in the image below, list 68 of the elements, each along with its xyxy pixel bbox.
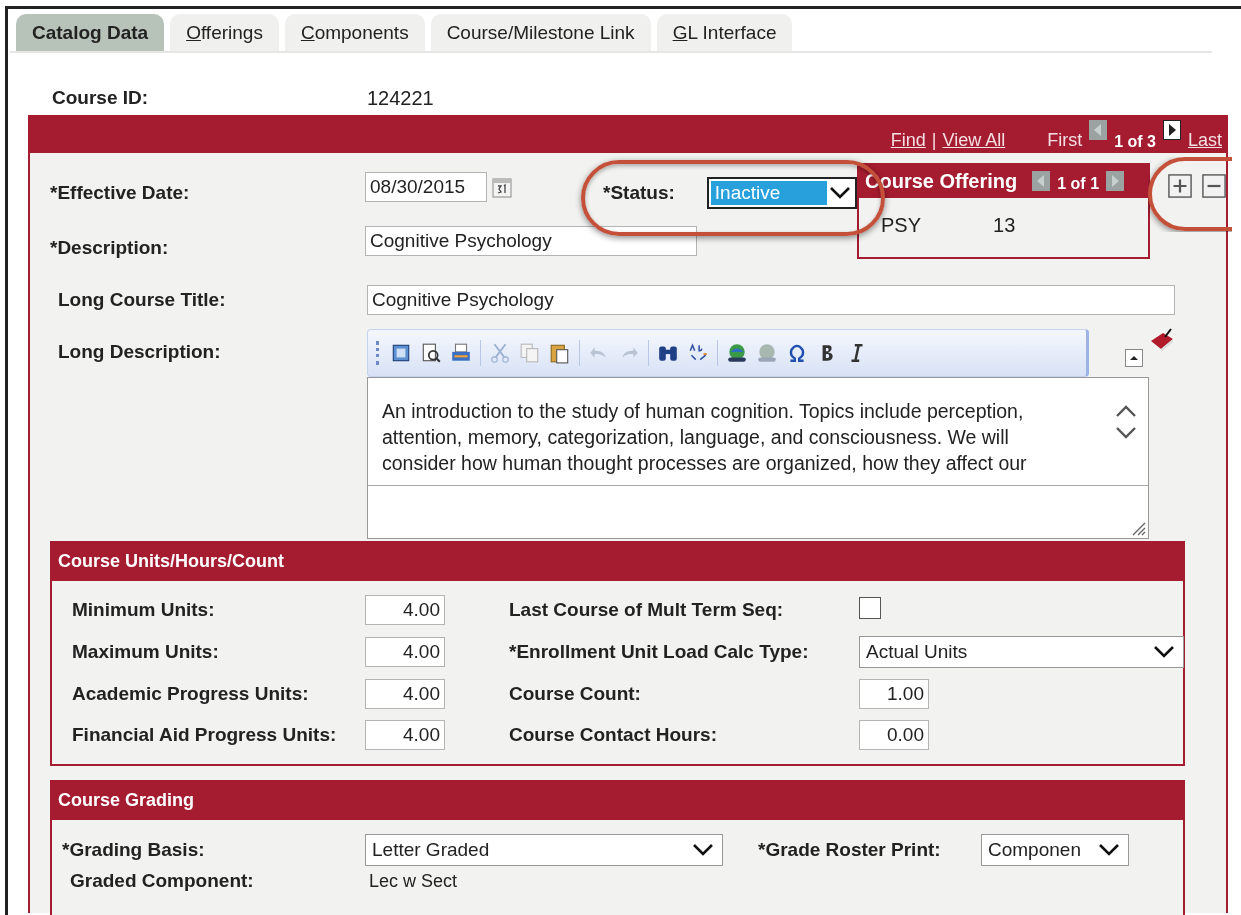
checkbox[interactable]	[859, 596, 881, 619]
printer-icon[interactable]	[450, 342, 472, 364]
separator: |	[931, 130, 937, 151]
field-label: Long Description:	[58, 340, 222, 364]
tab[interactable]: Course/Milestone Link	[430, 14, 651, 51]
globe-icon[interactable]	[726, 342, 748, 364]
field-label: Course ID:	[52, 87, 150, 110]
text-area[interactable]	[367, 377, 1149, 539]
collapse-icon[interactable]	[1125, 349, 1143, 367]
dropdown[interactable]: Actual Units	[859, 636, 1184, 668]
field-label: Financial Aid Progress Units:	[72, 724, 338, 746]
tab[interactable]: Offerings	[170, 14, 279, 51]
find-link[interactable]: Find	[890, 130, 926, 151]
number-field[interactable]: 0.00	[859, 720, 929, 750]
number-field[interactable]: 4.00	[365, 720, 445, 750]
number-field[interactable]: 1.00	[859, 679, 929, 709]
view-all-link[interactable]: View All	[942, 130, 1006, 151]
field-label: Course Count:	[509, 683, 642, 705]
field-label: Academic Progress Units:	[72, 683, 310, 705]
paste-icon[interactable]	[549, 342, 571, 364]
maximize-icon[interactable]	[390, 342, 412, 364]
last-link[interactable]: Last	[1187, 130, 1222, 151]
row-counter: 1 of 1	[1057, 175, 1100, 193]
scroll-down-icon[interactable]	[1115, 426, 1137, 440]
resize-grip-icon[interactable]	[1130, 520, 1146, 536]
preview-icon[interactable]	[420, 342, 442, 364]
chevron-down-icon	[828, 185, 851, 200]
chevron-down-icon	[692, 843, 714, 857]
row-counter: 1 of 3	[1114, 133, 1156, 151]
dropdown[interactable]: Letter Graded	[365, 834, 723, 866]
tab[interactable]: GL Interface	[656, 14, 793, 51]
field-label: *Grading Basis:	[62, 839, 206, 861]
first-label: First	[1047, 130, 1083, 151]
description-text: An introduction to the study of human cognition. Topics include perception, attention, memory, categorization, language, and consciousness. We will consider how human thought processes are organized, how they affect our	[382, 399, 1028, 476]
field-label: *Effective Date:	[50, 181, 190, 204]
text-field[interactable]: Cognitive Psychology	[365, 226, 697, 256]
tab[interactable]: Catalog Data	[16, 14, 165, 51]
add-row-icon[interactable]	[1168, 173, 1192, 199]
number-field[interactable]: 4.00	[365, 637, 445, 667]
dropdown[interactable]: Componen	[981, 834, 1129, 866]
date-field[interactable]: 08/30/2015	[365, 171, 487, 202]
field-label: Long Course Title:	[58, 289, 227, 311]
text-field[interactable]: Cognitive Psychology	[367, 285, 1175, 315]
field-value: 124221	[367, 87, 434, 111]
field-label: *Grade Roster Print:	[758, 839, 942, 861]
previous-icon[interactable]	[1031, 171, 1052, 191]
field-value: Lec w Sect	[368, 870, 459, 892]
tab[interactable]: Components	[284, 14, 425, 51]
section-title: Course Units/Hours/Count	[52, 543, 1183, 581]
field-label: *Status:	[603, 181, 675, 204]
chevron-down-icon	[1153, 645, 1175, 659]
field-label: *Enrollment Unit Load Calc Type:	[509, 641, 810, 663]
field-label: Last Course of Mult Term Seq:	[509, 599, 785, 621]
number-field[interactable]: 4.00	[365, 595, 445, 625]
chevron-down-icon	[1098, 843, 1120, 857]
previous-icon[interactable]	[1088, 120, 1109, 140]
number-field[interactable]: 4.00	[365, 679, 445, 709]
field-label: Maximum Units:	[72, 641, 220, 663]
scroll-up-icon[interactable]	[1115, 404, 1137, 418]
field-label: *Description:	[50, 236, 169, 259]
catalog-number-value: 13	[993, 214, 1016, 237]
next-icon[interactable]	[1161, 120, 1182, 140]
field-label: Minimum Units:	[72, 599, 216, 621]
subject-value: PSY	[881, 214, 922, 237]
remove-row-icon[interactable]	[1202, 173, 1226, 199]
section-title: Course Grading	[52, 782, 1183, 820]
field-label: Course Contact Hours:	[509, 724, 718, 746]
field-label: Graded Component:	[69, 870, 255, 892]
